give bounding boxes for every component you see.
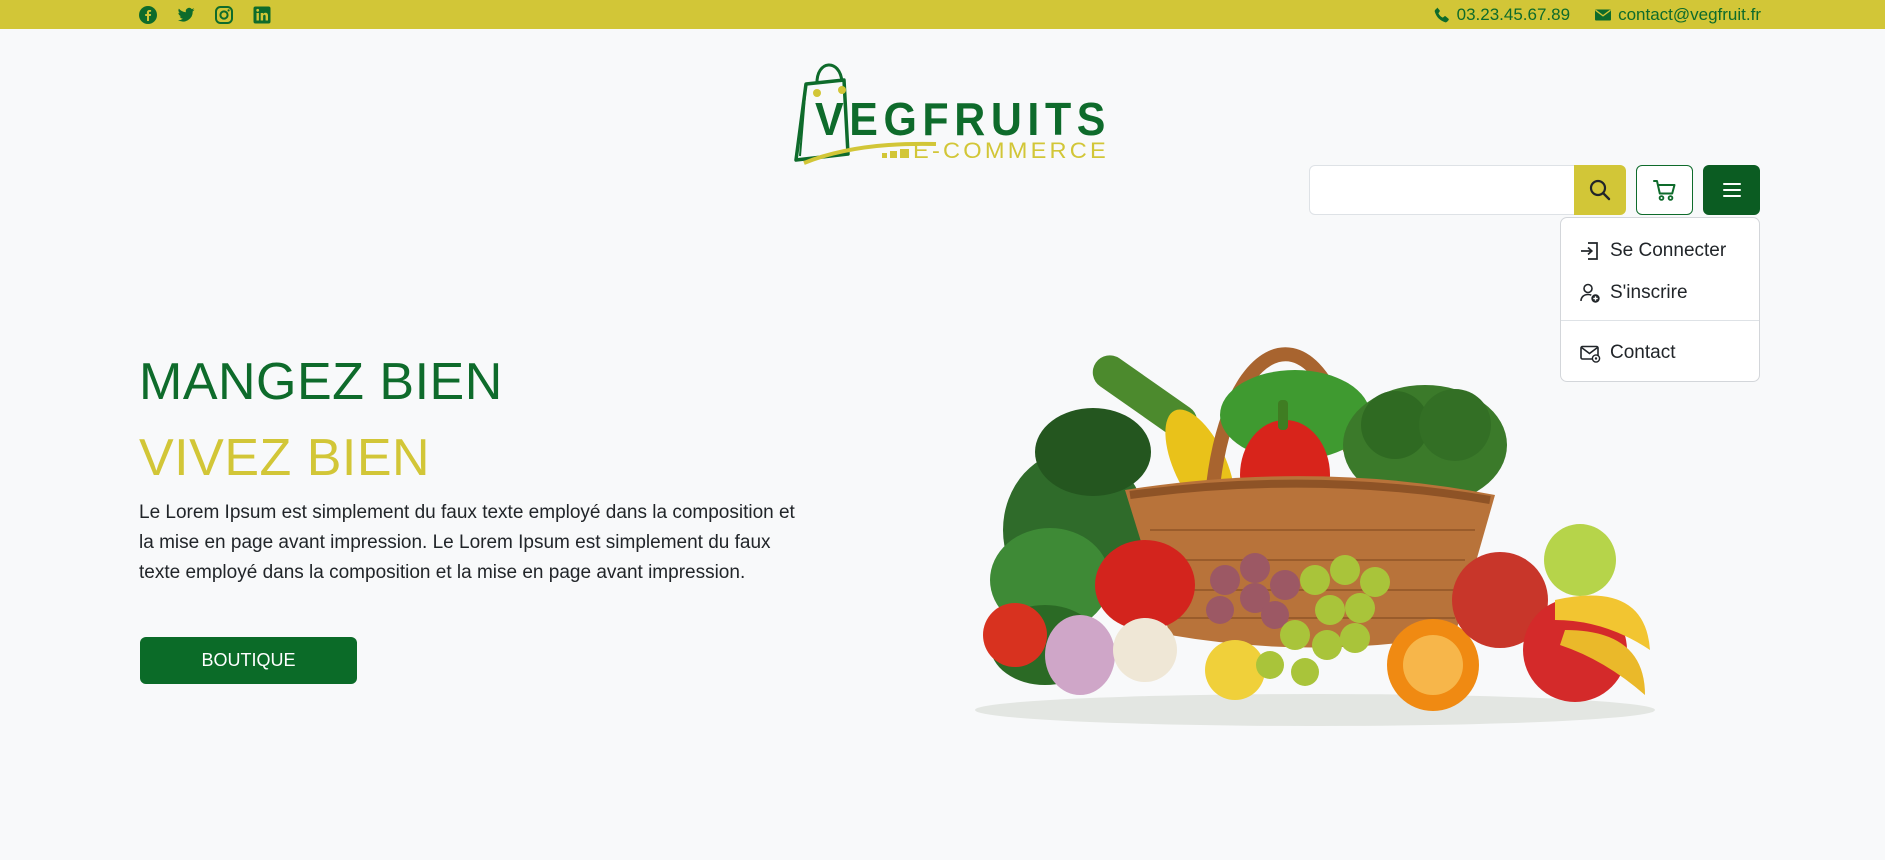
instagram-icon[interactable] <box>214 5 234 25</box>
hero-title-line1: MANGEZ BIEN <box>139 353 503 411</box>
phone-number: 03.23.45.67.89 <box>1456 5 1571 24</box>
logo-tagline-text: E-COMMERCE <box>913 138 1109 163</box>
hero-description: Le Lorem Ipsum est simplement du faux te… <box>139 502 795 583</box>
hero-title-line2: VIVEZ BIEN <box>139 429 431 487</box>
menu-item-login-label: Se Connecter <box>1610 240 1727 261</box>
twitter-icon[interactable] <box>176 5 196 25</box>
cart-icon <box>1652 180 1675 201</box>
boutique-button[interactable]: BOUTIQUE <box>140 637 357 684</box>
contact-info: 03.23.45.67.89 contact@vegfruit.fr <box>1433 5 1761 25</box>
email-contact[interactable]: contact@vegfruit.fr <box>1594 5 1761 25</box>
cart-button[interactable] <box>1636 165 1693 215</box>
vegfruits-logo[interactable]: VEGFRUITS E-COMMERCE <box>786 56 1116 168</box>
menu-item-login[interactable]: Se Connecter <box>1579 240 1726 262</box>
phone-contact[interactable]: 03.23.45.67.89 <box>1433 5 1570 25</box>
fruit-basket-image <box>975 347 1655 726</box>
menu-button[interactable] <box>1703 165 1760 215</box>
search-icon <box>1589 179 1611 201</box>
email-address: contact@vegfruit.fr <box>1618 5 1761 24</box>
search-button[interactable] <box>1574 165 1626 215</box>
social-links <box>138 5 272 25</box>
top-bar: 03.23.45.67.89 contact@vegfruit.fr <box>0 0 1885 29</box>
envelope-icon <box>1595 9 1612 21</box>
facebook-icon[interactable] <box>138 5 158 25</box>
login-icon <box>1581 242 1598 260</box>
phone-icon <box>1434 7 1449 23</box>
linkedin-icon[interactable] <box>252 5 272 25</box>
search-input[interactable] <box>1309 165 1575 215</box>
menu-icon <box>1722 183 1741 197</box>
